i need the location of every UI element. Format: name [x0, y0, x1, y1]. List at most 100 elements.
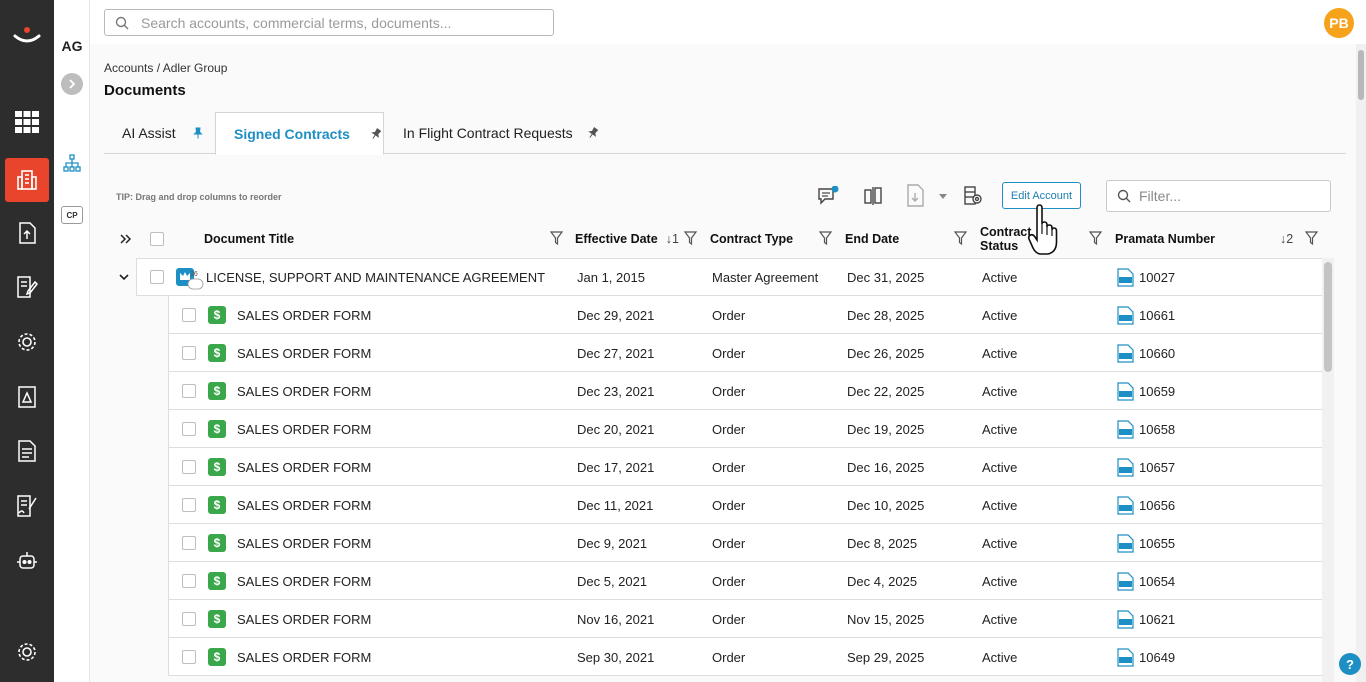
document-title[interactable]: SALES ORDER FORM — [237, 448, 371, 486]
pramata-number-cell[interactable]: 10649 — [1117, 638, 1175, 676]
expand-all-icon[interactable] — [120, 220, 132, 258]
hierarchy-icon[interactable] — [63, 154, 81, 177]
document-title[interactable]: SALES ORDER FORM — [237, 600, 371, 638]
pramata-number-cell[interactable]: 10657 — [1117, 448, 1175, 486]
pdf-icon[interactable] — [1117, 571, 1134, 591]
pdf-icon[interactable] — [1117, 609, 1134, 629]
pramata-number-cell[interactable]: 10027 — [1117, 258, 1175, 296]
pramata-number-cell[interactable]: 10659 — [1117, 372, 1175, 410]
bot-icon[interactable] — [5, 539, 49, 583]
pin-icon[interactable] — [370, 127, 382, 140]
row-checkbox[interactable] — [182, 448, 196, 486]
row-checkbox[interactable] — [182, 524, 196, 562]
table-row[interactable]: $ SALES ORDER FORM Nov 16, 2021 Order Nov 15… — [104, 600, 1322, 638]
pin-icon[interactable] — [192, 127, 204, 139]
document-title[interactable]: SALES ORDER FORM — [237, 524, 371, 562]
table-row[interactable]: $ SALES ORDER FORM Dec 5, 2021 Order Dec 4, … — [104, 562, 1322, 600]
table-row[interactable]: $ SALES ORDER FORM Dec 9, 2021 Order Dec 8, … — [104, 524, 1322, 562]
table-row[interactable]: $ SALES ORDER FORM Dec 23, 2021 Order Dec 22… — [104, 372, 1322, 410]
pdf-icon[interactable] — [1117, 305, 1134, 325]
settings-icon[interactable] — [5, 630, 49, 674]
col-header-end-date[interactable]: End Date — [845, 220, 899, 258]
filter-input[interactable] — [1139, 188, 1319, 204]
expand-sidebar-button[interactable] — [61, 73, 83, 95]
filter-icon[interactable] — [1305, 231, 1318, 245]
row-checkbox[interactable] — [182, 372, 196, 410]
document-title[interactable]: SALES ORDER FORM — [237, 638, 371, 676]
pramata-number-cell[interactable]: 10660 — [1117, 334, 1175, 372]
row-checkbox[interactable] — [182, 638, 196, 676]
pdf-icon[interactable] — [1117, 419, 1134, 439]
pdf-icon[interactable] — [1117, 267, 1134, 287]
table-row-parent[interactable]: 36 LICENSE, SUPPORT AND MAINTENANCE AGRE… — [104, 258, 1322, 296]
pramata-number-cell[interactable]: 10621 — [1117, 600, 1175, 638]
search-input[interactable] — [141, 14, 521, 31]
row-checkbox[interactable] — [182, 600, 196, 638]
upload-document-icon[interactable] — [5, 211, 49, 255]
user-avatar[interactable]: PB — [1324, 8, 1354, 38]
download-document-icon[interactable] — [904, 182, 928, 210]
help-button[interactable]: ? — [1339, 653, 1361, 675]
document-title[interactable]: SALES ORDER FORM — [237, 334, 371, 372]
table-row[interactable]: $ SALES ORDER FORM Dec 17, 2021 Order Dec 16… — [104, 448, 1322, 486]
document-title[interactable]: SALES ORDER FORM — [237, 410, 371, 448]
row-checkbox[interactable] — [182, 334, 196, 372]
col-header-effective-date[interactable]: Effective Date ↓1 — [575, 220, 679, 258]
pramata-number-cell[interactable]: 10656 — [1117, 486, 1175, 524]
gear-icon[interactable] — [5, 320, 49, 364]
pramata-number-cell[interactable]: 10658 — [1117, 410, 1175, 448]
pramata-number-cell[interactable]: 10655 — [1117, 524, 1175, 562]
pin-icon[interactable] — [587, 127, 599, 139]
document-icon[interactable] — [5, 429, 49, 473]
sign-document-icon[interactable] — [5, 484, 49, 528]
col-header-title[interactable]: Document Title — [204, 220, 294, 258]
pramata-number-cell[interactable]: 10661 — [1117, 296, 1175, 334]
tab-ai-assist[interactable]: AI Assist — [122, 112, 212, 154]
table-row[interactable]: $ SALES ORDER FORM Dec 11, 2021 Order Dec 10… — [104, 486, 1322, 524]
document-title[interactable]: SALES ORDER FORM — [237, 562, 371, 600]
comments-icon[interactable] — [816, 184, 840, 208]
pdf-icon[interactable] — [1117, 381, 1134, 401]
grid-scrollbar[interactable] — [1322, 258, 1334, 682]
table-row[interactable]: $ SALES ORDER FORM Dec 29, 2021 Order Dec 28… — [104, 296, 1322, 334]
row-checkbox[interactable] — [182, 486, 196, 524]
row-checkbox[interactable] — [150, 258, 164, 296]
cp-button[interactable]: CP — [61, 206, 83, 224]
row-checkbox[interactable] — [182, 562, 196, 600]
table-row[interactable]: $ SALES ORDER FORM Dec 20, 2021 Order Dec 19… — [104, 410, 1322, 448]
pdf-icon[interactable] — [1117, 647, 1134, 667]
report-icon[interactable] — [5, 375, 49, 419]
document-title[interactable]: SALES ORDER FORM — [237, 486, 371, 524]
tab-signed-contracts[interactable]: Signed Contracts — [215, 112, 384, 155]
filter-icon[interactable] — [550, 231, 563, 245]
select-all-checkbox[interactable] — [150, 220, 164, 258]
row-checkbox[interactable] — [182, 296, 196, 334]
tab-in-flight-requests[interactable]: In Flight Contract Requests — [403, 112, 603, 154]
pramata-number-cell[interactable]: 10654 — [1117, 562, 1175, 600]
page-scrollbar[interactable] — [1356, 44, 1366, 682]
pdf-icon[interactable] — [1117, 495, 1134, 515]
col-header-contract-type[interactable]: Contract Type — [710, 220, 793, 258]
column-settings-icon[interactable] — [961, 184, 985, 208]
collapse-row-icon[interactable] — [119, 258, 129, 296]
brand-logo[interactable] — [12, 22, 42, 48]
pdf-icon[interactable] — [1117, 457, 1134, 477]
breadcrumb[interactable]: Accounts / Adler Group — [104, 61, 227, 75]
table-row[interactable]: $ SALES ORDER FORM Sep 30, 2021 Order Sep 29… — [104, 638, 1322, 676]
document-title[interactable]: SALES ORDER FORM — [237, 372, 371, 410]
filter-icon[interactable] — [1089, 231, 1102, 245]
col-header-pramata-number[interactable]: Pramata Number — [1115, 220, 1215, 258]
filter-icon[interactable] — [684, 231, 697, 245]
filter-icon[interactable] — [819, 231, 832, 245]
filter-icon[interactable] — [954, 231, 967, 245]
chevron-down-icon[interactable] — [936, 190, 950, 202]
document-title[interactable]: SALES ORDER FORM — [237, 296, 371, 334]
apps-grid-icon[interactable] — [5, 100, 49, 144]
document-title[interactable]: LICENSE, SUPPORT AND MAINTENANCE AGREEME… — [206, 258, 545, 296]
contract-edit-icon[interactable] — [5, 265, 49, 309]
accounts-icon[interactable] — [5, 158, 49, 202]
compare-icon[interactable] — [861, 184, 885, 208]
row-checkbox[interactable] — [182, 410, 196, 448]
pdf-icon[interactable] — [1117, 533, 1134, 553]
table-row[interactable]: $ SALES ORDER FORM Dec 27, 2021 Order Dec 26… — [104, 334, 1322, 372]
